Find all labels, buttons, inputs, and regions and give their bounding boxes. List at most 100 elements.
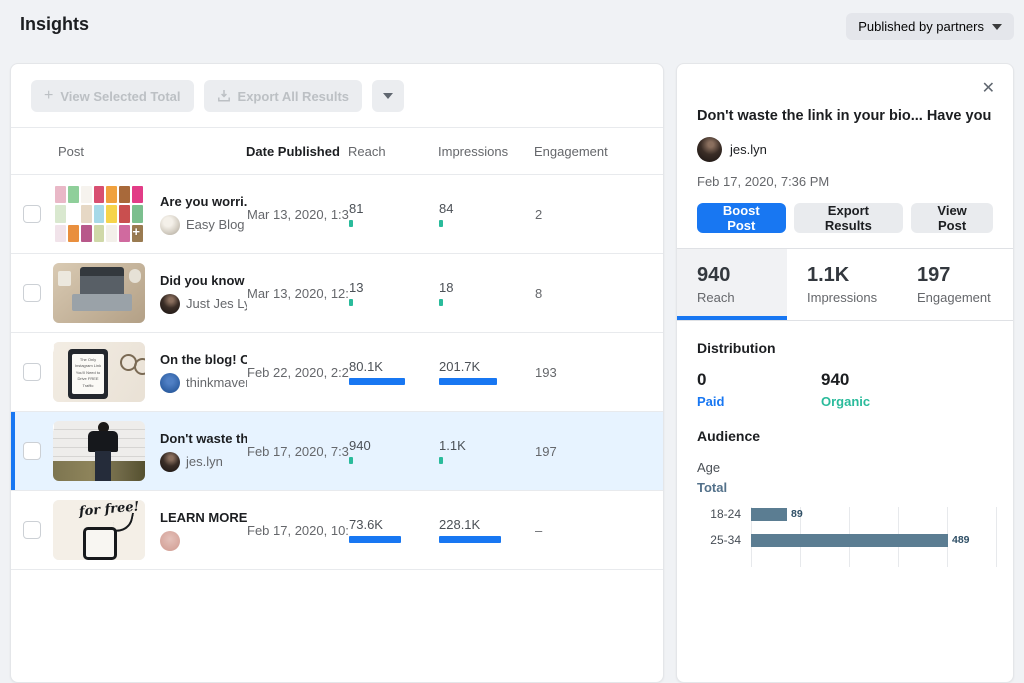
collage-tile bbox=[81, 205, 92, 222]
export-icon bbox=[217, 89, 231, 103]
collage-tile bbox=[119, 205, 130, 222]
age-label: Age bbox=[697, 460, 993, 475]
impressions-value: 84 bbox=[439, 201, 535, 216]
author-avatar bbox=[160, 531, 180, 551]
plus-icon: + bbox=[44, 88, 53, 104]
reach-value: 13 bbox=[349, 280, 439, 295]
table-row[interactable]: + Are you worri... Easy Blog S... Mar 13… bbox=[11, 175, 663, 254]
export-all-results-button[interactable]: Export All Results bbox=[204, 80, 362, 112]
engagement-value: 2 bbox=[535, 207, 542, 222]
post-thumbnail[interactable] bbox=[53, 421, 145, 481]
row-checkbox[interactable] bbox=[23, 521, 41, 539]
age-bucket-label: 18-24 bbox=[697, 507, 741, 521]
view-selected-total-button[interactable]: + View Selected Total bbox=[31, 80, 194, 112]
post-thumbnail[interactable]: + bbox=[53, 184, 145, 244]
collage-tile bbox=[132, 205, 143, 222]
laptop-keyboard bbox=[80, 276, 124, 294]
cup bbox=[58, 271, 71, 286]
age-bucket-label: 25-34 bbox=[697, 533, 741, 547]
date-published: Feb 17, 2020, 7:36 bbox=[247, 444, 349, 459]
reach-bar bbox=[349, 457, 353, 464]
author-avatar bbox=[160, 452, 180, 472]
column-header-reach[interactable]: Reach bbox=[348, 144, 438, 159]
total-series-link[interactable]: Total bbox=[697, 480, 993, 495]
collage-tile bbox=[119, 225, 130, 242]
row-checkbox[interactable] bbox=[23, 442, 41, 460]
author-avatar bbox=[160, 215, 180, 235]
impressions-value: 18 bbox=[439, 280, 535, 295]
close-icon[interactable]: ✕ bbox=[982, 81, 995, 97]
author-name: Just Jes Lyn bbox=[186, 296, 247, 311]
post-detail-panel: ✕ Don't waste the link in your bio... Ha… bbox=[676, 63, 1014, 683]
collage-tile bbox=[68, 205, 79, 222]
tab-reach[interactable]: 940 Reach bbox=[677, 249, 787, 320]
table-row[interactable]: The Only Instagram Link You'll Need to D… bbox=[11, 333, 663, 412]
reach-value: 940 bbox=[349, 438, 439, 453]
tab-impressions-label: Impressions bbox=[807, 290, 897, 305]
engagement-value: 193 bbox=[535, 365, 557, 380]
collage-tile bbox=[68, 186, 79, 203]
author-name: Easy Blog S... bbox=[186, 217, 247, 232]
phone-graphic bbox=[83, 527, 117, 560]
column-header-post[interactable]: Post bbox=[58, 144, 246, 159]
tab-reach-label: Reach bbox=[697, 290, 787, 305]
table-row[interactable]: for free! LEARN MORE ... Feb 17, 2020, 1… bbox=[11, 491, 663, 570]
tablet-frame: The Only Instagram Link You'll Need to D… bbox=[68, 349, 108, 399]
column-header-date-published[interactable]: Date Published bbox=[246, 144, 348, 159]
table-row[interactable]: Did you know ... Just Jes Lyn Mar 13, 20… bbox=[11, 254, 663, 333]
age-chart-row: 25-34 489 bbox=[697, 533, 993, 547]
export-options-dropdown-button[interactable] bbox=[372, 80, 404, 112]
reach-bar bbox=[349, 299, 353, 306]
post-table-body: + Are you worri... Easy Blog S... Mar 13… bbox=[11, 175, 663, 570]
age-bar-value: 489 bbox=[952, 534, 970, 546]
post-thumbnail[interactable]: The Only Instagram Link You'll Need to D… bbox=[53, 342, 145, 402]
tablet-screen: The Only Instagram Link You'll Need to D… bbox=[72, 354, 104, 394]
post-title: Don't waste th... bbox=[160, 431, 247, 446]
reach-bar bbox=[349, 378, 405, 385]
tab-engagement[interactable]: 197 Engagement bbox=[897, 249, 1007, 320]
age-bar bbox=[751, 508, 787, 521]
published-by-partners-dropdown[interactable]: Published by partners bbox=[846, 13, 1014, 40]
row-checkbox[interactable] bbox=[23, 284, 41, 302]
reach-bar bbox=[349, 220, 353, 227]
pin-icon: + bbox=[132, 224, 140, 239]
view-post-button[interactable]: View Post bbox=[911, 203, 993, 233]
export-results-button[interactable]: Export Results bbox=[794, 203, 904, 233]
organic-stat: 940 Organic bbox=[821, 370, 945, 409]
tab-impressions[interactable]: 1.1K Impressions bbox=[787, 249, 897, 320]
age-chart-rows: 18-24 89 25-34 489 bbox=[697, 507, 993, 547]
impressions-value: 228.1K bbox=[439, 517, 535, 532]
organic-value: 940 bbox=[821, 370, 945, 390]
impressions-bar bbox=[439, 457, 443, 464]
impressions-value: 1.1K bbox=[439, 438, 535, 453]
collage-tile bbox=[94, 205, 105, 222]
column-header-impressions[interactable]: Impressions bbox=[438, 144, 534, 159]
post-thumbnail[interactable]: for free! bbox=[53, 500, 145, 560]
tab-engagement-value: 197 bbox=[917, 264, 1007, 287]
reach-value: 81 bbox=[349, 201, 439, 216]
age-bar bbox=[751, 534, 948, 547]
column-header-engagement[interactable]: Engagement bbox=[534, 144, 608, 159]
paid-label: Paid bbox=[697, 394, 821, 409]
table-row[interactable]: Don't waste th... jes.lyn Feb 17, 2020, … bbox=[11, 412, 663, 491]
date-published: Mar 13, 2020, 1:36 bbox=[247, 207, 349, 222]
engagement-value: 8 bbox=[535, 286, 542, 301]
age-bar-value: 89 bbox=[791, 508, 803, 520]
collage-tile bbox=[81, 186, 92, 203]
boost-post-button[interactable]: Boost Post bbox=[697, 203, 786, 233]
row-checkbox[interactable] bbox=[23, 363, 41, 381]
person-torso bbox=[88, 431, 118, 452]
post-thumbnail[interactable] bbox=[53, 263, 145, 323]
collage-tile bbox=[81, 225, 92, 242]
date-published: Feb 17, 2020, 10:1 bbox=[247, 523, 349, 538]
collage-tile bbox=[68, 225, 79, 242]
impressions-bar bbox=[439, 378, 497, 385]
export-all-results-label: Export All Results bbox=[238, 89, 349, 104]
collage-tile bbox=[55, 205, 66, 222]
date-published: Feb 22, 2020, 2:29 bbox=[247, 365, 349, 380]
collage-tile bbox=[106, 225, 117, 242]
tab-reach-value: 940 bbox=[697, 264, 787, 287]
row-checkbox[interactable] bbox=[23, 205, 41, 223]
detail-header: Don't waste the link in your bio... Have… bbox=[677, 64, 1013, 248]
collage-tile bbox=[94, 186, 105, 203]
